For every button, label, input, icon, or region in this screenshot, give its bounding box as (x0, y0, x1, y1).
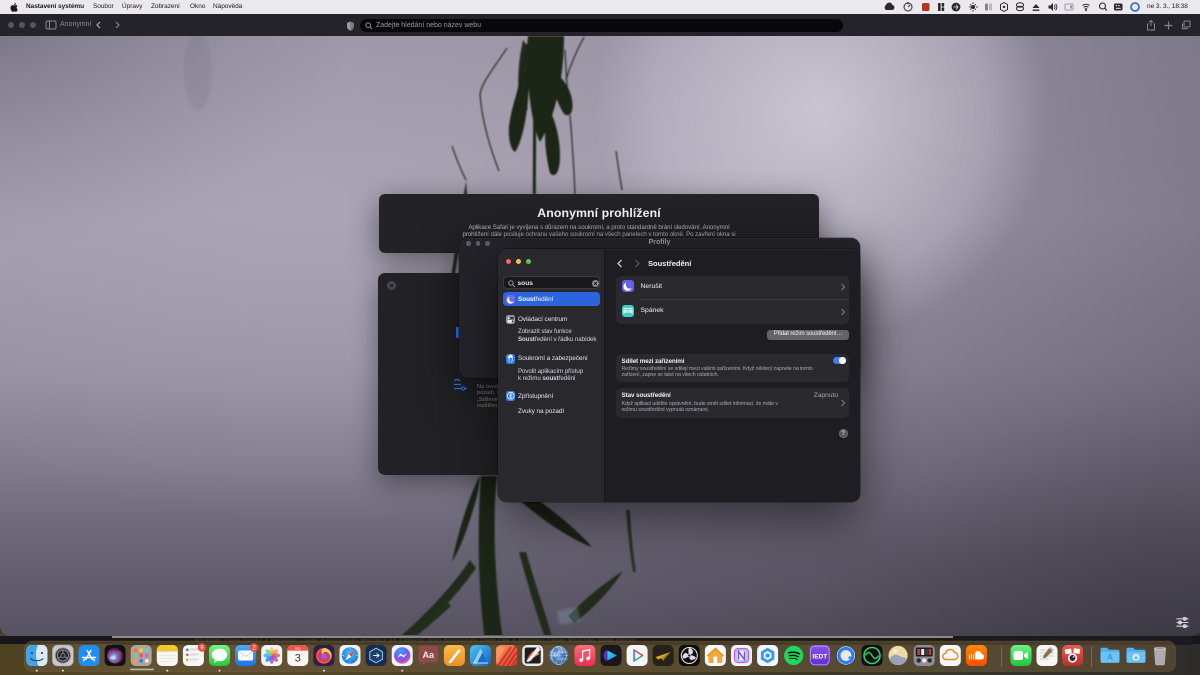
svg-text:úno: úno (295, 647, 301, 651)
svg-text:Aa: Aa (423, 650, 435, 660)
svg-text:3: 3 (295, 653, 301, 665)
svg-text:IEDT: IEDT (812, 654, 827, 661)
